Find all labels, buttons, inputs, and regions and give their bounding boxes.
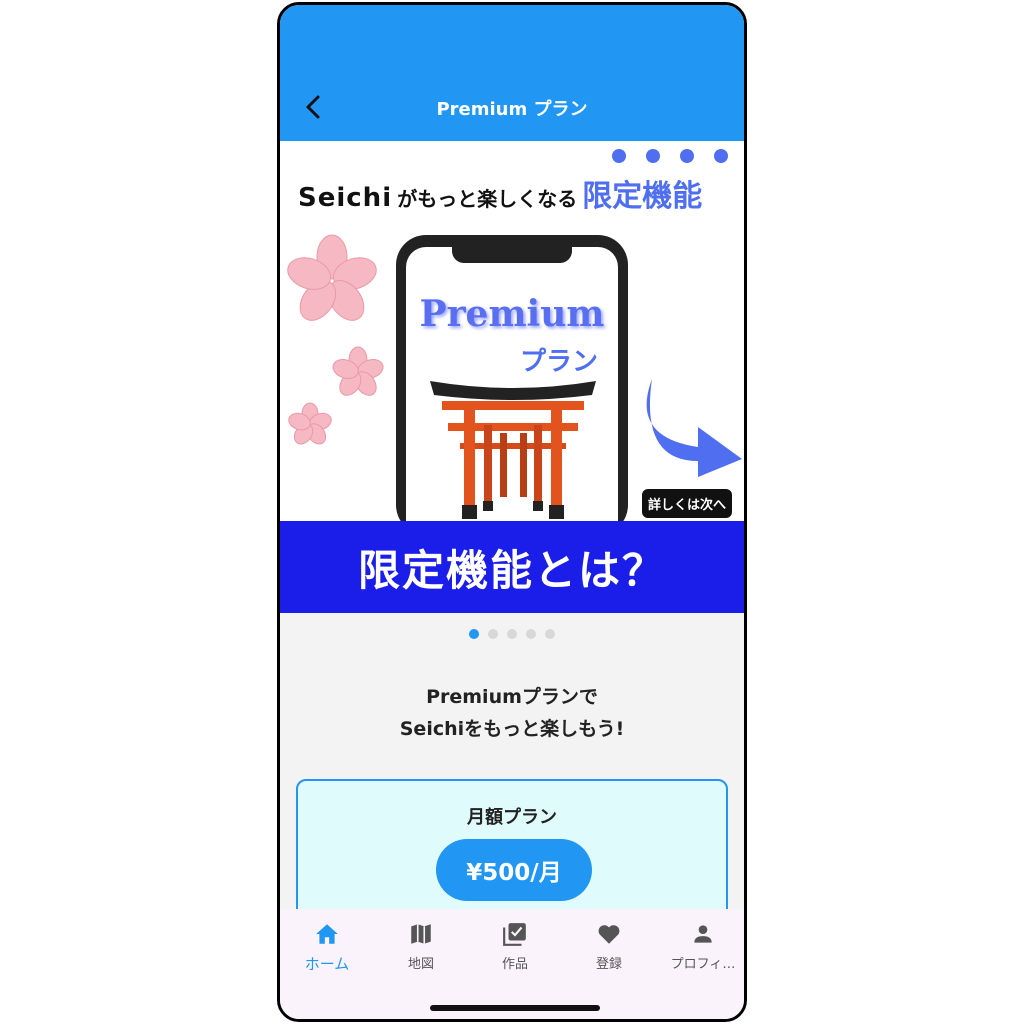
headline-text: がもっと楽しくなる	[397, 187, 578, 211]
nav-label: プロフィ…	[670, 957, 736, 972]
promo-line-2: Seichiをもっと楽しもう!	[399, 718, 625, 740]
carousel-dot[interactable]	[507, 629, 517, 639]
page-title: Premium プラン	[436, 99, 588, 120]
nav-item-works[interactable]: 作品	[468, 921, 562, 972]
home-indicator	[430, 1005, 600, 1011]
headline-feature: 限定機能	[582, 179, 703, 214]
nav-item-home[interactable]: ホーム	[280, 921, 374, 974]
carousel-dot[interactable]	[526, 629, 536, 639]
carousel-dot[interactable]	[545, 629, 555, 639]
nav-item-map[interactable]: 地図	[374, 921, 468, 972]
checklist-icon	[503, 923, 526, 946]
decorative-dots	[612, 149, 728, 163]
bottom-navigation: ホーム 地図 作品 登録 プロフィ…	[280, 909, 744, 1019]
person-icon	[694, 925, 712, 943]
torii-gate-icon	[430, 381, 596, 519]
feature-band: 限定機能とは？	[280, 521, 744, 613]
heart-icon	[598, 925, 620, 944]
nav-label: ホーム	[304, 955, 350, 973]
carousel-indicator	[280, 629, 744, 639]
carousel-dot[interactable]	[488, 629, 498, 639]
promo-text: Premiumプランで Seichiをもっと楽しもう!	[280, 681, 744, 745]
promo-line-1: Premiumプランで	[426, 686, 598, 708]
sakura-flowers-icon	[287, 234, 384, 445]
subscribe-price-button[interactable]: ¥500/月	[436, 839, 592, 901]
art-premium-title: Premium	[419, 293, 605, 335]
nav-item-registered[interactable]: 登録	[562, 921, 656, 972]
map-icon	[411, 924, 431, 944]
home-icon	[316, 924, 338, 944]
nav-item-profile[interactable]: プロフィ…	[656, 921, 744, 972]
nav-label: 登録	[595, 957, 622, 972]
banner-headline: Seichi がもっと楽しくなる 限定機能	[298, 171, 702, 215]
brand-name: Seichi	[298, 183, 393, 213]
premium-banner[interactable]: Seichi がもっと楽しくなる 限定機能 Premium プラン 詳しくは次へ…	[280, 141, 744, 613]
carousel-dot[interactable]	[469, 629, 479, 639]
next-arrow-icon	[646, 379, 742, 477]
app-bar: Premium プラン	[280, 5, 744, 141]
phone-illustration: Premium プラン	[396, 235, 628, 547]
nav-label: 作品	[501, 957, 528, 972]
band-text: 限定機能とは？	[357, 545, 666, 595]
plan-title: 月額プラン	[467, 807, 557, 828]
nav-label: 地図	[407, 957, 434, 972]
detail-next-button[interactable]: 詳しくは次へ	[642, 489, 733, 518]
phone-frame: Premium プラン Seichi がもっと楽しくなる 限定機能 Premiu…	[277, 2, 747, 1022]
